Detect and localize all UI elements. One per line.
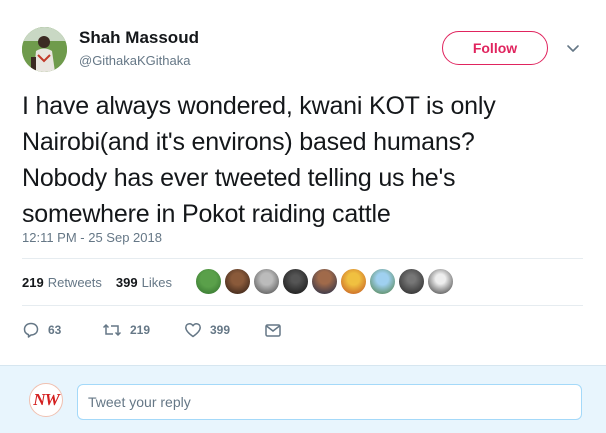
tweet-stats: 219 Retweets 399 Likes: [22, 267, 186, 297]
tweet-card: Shah Massoud @GithakaKGithaka Follow I h…: [0, 0, 606, 365]
direct-message-button[interactable]: [264, 321, 290, 339]
reply-icon: [23, 322, 39, 338]
tweet-line: somewhere in Pokot raiding cattle: [22, 200, 391, 228]
retweet-icon: [102, 323, 122, 337]
divider: [22, 305, 583, 306]
heart-icon: [185, 322, 201, 338]
liker-avatar[interactable]: [224, 268, 251, 295]
liker-avatar[interactable]: [340, 268, 367, 295]
envelope-icon: [265, 324, 281, 337]
liker-avatar[interactable]: [369, 268, 396, 295]
liker-avatars: [195, 268, 456, 295]
liker-avatar[interactable]: [195, 268, 222, 295]
liker-avatar[interactable]: [311, 268, 338, 295]
liker-avatar[interactable]: [427, 268, 454, 295]
reply-input[interactable]: Tweet your reply: [77, 384, 582, 420]
likes-stat[interactable]: 399 Likes: [116, 275, 172, 290]
retweets-label: Retweets: [47, 274, 102, 290]
retweet-button[interactable]: 219: [102, 321, 184, 339]
like-count: 399: [210, 323, 231, 337]
retweets-count: 219: [22, 274, 44, 290]
likes-count: 399: [115, 274, 138, 290]
user-avatar[interactable]: NW: [29, 383, 63, 417]
retweets-stat[interactable]: 219 Retweets: [22, 275, 102, 290]
user-avatar-text: NW: [33, 390, 59, 409]
liker-avatar[interactable]: [282, 268, 309, 295]
tweet-timestamp[interactable]: 12:11 PM - 25 Sep 2018: [22, 230, 162, 245]
author-avatar[interactable]: [22, 27, 67, 72]
retweet-count: 219: [130, 323, 151, 337]
author-name[interactable]: Shah Massoud: [79, 28, 199, 48]
author-handle[interactable]: @GithakaKGithaka: [79, 53, 190, 68]
follow-button[interactable]: Follow: [442, 31, 548, 65]
tweet-line: Nairobi(and it's environs) based humans?: [22, 128, 475, 156]
chevron-down-icon[interactable]: [565, 40, 581, 56]
likes-label: Likes: [141, 274, 172, 290]
tweet-actions: 63 219 399: [22, 318, 290, 342]
reply-count: 63: [48, 323, 62, 337]
liker-avatar[interactable]: [398, 268, 425, 295]
tweet-text: I have always wondered, kwani KOT is onl…: [22, 88, 592, 232]
like-button[interactable]: 399: [184, 321, 264, 339]
tweet-line: Nobody has ever tweeted telling us he's: [22, 164, 456, 192]
reply-button[interactable]: 63: [22, 321, 102, 339]
liker-avatar[interactable]: [253, 268, 280, 295]
tweet-line: I have always wondered, kwani KOT is onl…: [22, 92, 496, 120]
reply-composer: NW Tweet your reply: [0, 365, 606, 433]
divider: [22, 258, 583, 259]
